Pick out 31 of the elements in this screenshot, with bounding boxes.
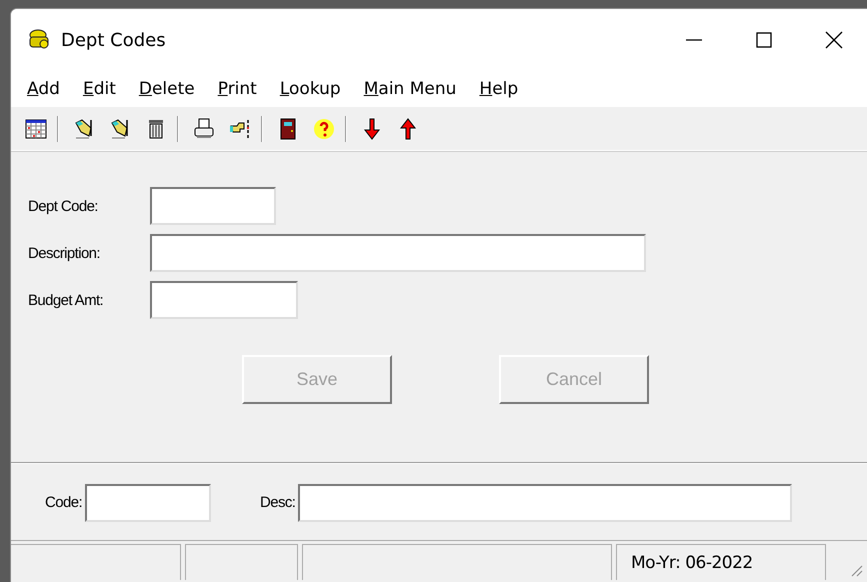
resize-grip-icon	[849, 563, 863, 577]
printer-icon[interactable]	[193, 118, 215, 140]
field-label: Budget Amt:	[28, 292, 104, 308]
menu-item[interactable]: Delete	[138, 79, 195, 99]
calendar-icon[interactable]	[25, 118, 47, 140]
field-label: Dept Code:	[28, 198, 99, 214]
help-icon[interactable]	[313, 118, 335, 140]
input-field[interactable]	[85, 484, 212, 522]
menu-item[interactable]: Lookup	[280, 79, 341, 99]
field-label: Description:	[28, 244, 101, 262]
input-field[interactable]	[150, 234, 646, 272]
field-label: Code:	[45, 494, 82, 511]
up-arrow-icon[interactable]	[397, 118, 419, 140]
pointing-hand-icon[interactable]	[229, 118, 251, 140]
field-label: Desc:	[260, 494, 296, 511]
input-field[interactable]	[298, 484, 792, 522]
window-title: Dept Codes	[61, 30, 166, 50]
menu-item[interactable]: Edit	[82, 79, 116, 99]
app-icon	[27, 29, 51, 51]
menu-item[interactable]: Main Menu	[364, 79, 456, 99]
status-text: Mo-Yr: 06-2022	[616, 544, 826, 580]
menu-item[interactable]: Add	[27, 79, 60, 99]
menu-item[interactable]: Print	[218, 79, 257, 99]
maximize-icon[interactable]	[755, 31, 773, 49]
hand-pen-icon[interactable]	[73, 118, 95, 140]
down-arrow-icon[interactable]	[361, 118, 383, 140]
menu-item[interactable]: Help	[479, 79, 518, 99]
hand-pen-icon[interactable]	[109, 118, 131, 140]
close-icon[interactable]	[825, 31, 843, 49]
input-field[interactable]	[150, 187, 276, 225]
input-field[interactable]	[150, 281, 298, 319]
